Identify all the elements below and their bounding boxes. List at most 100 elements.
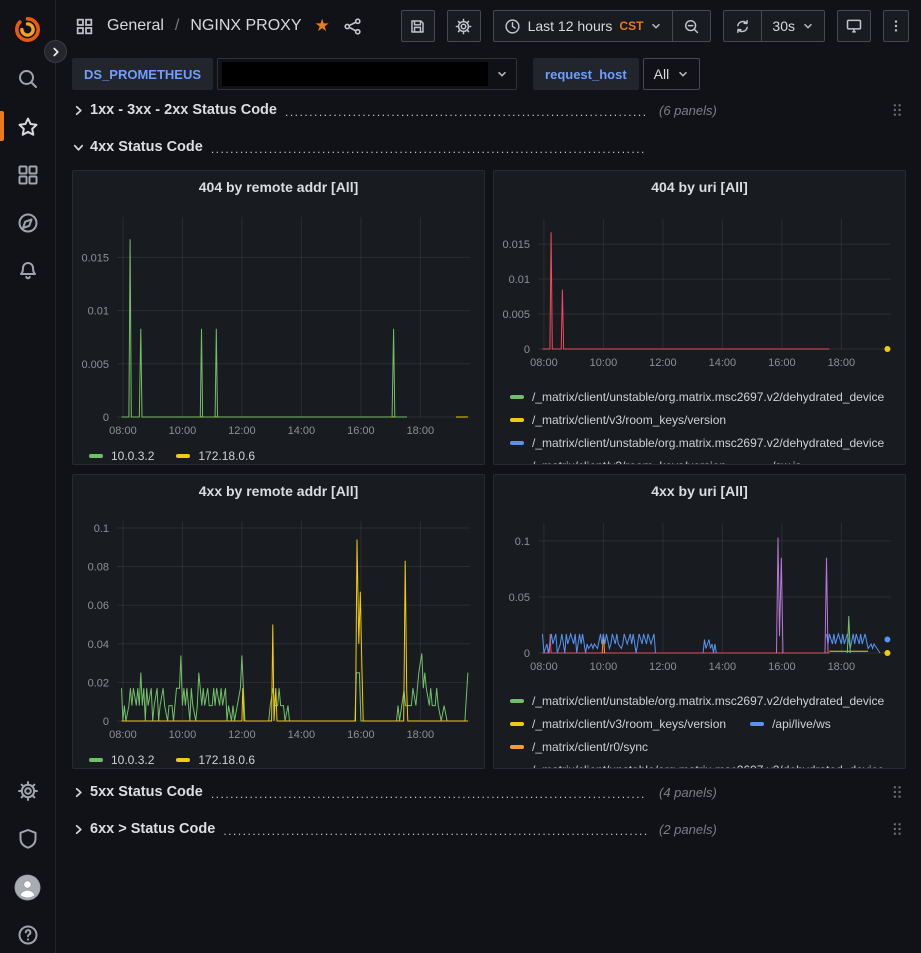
- legend-item[interactable]: /_matrix/client/r0/sync: [510, 740, 648, 754]
- legend-item[interactable]: /api/live/ws: [750, 717, 831, 731]
- legend-item[interactable]: /sw.js: [750, 459, 801, 466]
- legend-item[interactable]: /_matrix/client/v3/room_keys/version: [510, 459, 726, 466]
- dashboard-settings-button[interactable]: [447, 10, 481, 42]
- user-avatar[interactable]: [11, 872, 45, 902]
- legend-item[interactable]: /_matrix/client/unstable/org.matrix.msc2…: [510, 694, 884, 708]
- legend-item[interactable]: /_matrix/client/unstable/org.matrix.msc2…: [510, 436, 884, 450]
- sidebar-active-indicator: [0, 111, 4, 141]
- configuration-gear-icon[interactable]: [11, 776, 45, 806]
- svg-text:10:00: 10:00: [590, 661, 618, 673]
- legend-item[interactable]: /_matrix/client/v3/room_keys/version: [510, 413, 726, 427]
- chart-plot[interactable]: 08:0010:0012:0014:0016:0018:0000.0050.01…: [494, 201, 906, 371]
- legend-swatch: [510, 768, 524, 770]
- variable-ds-prometheus: DS_PROMETHEUS: [72, 58, 517, 90]
- legend-item[interactable]: /_matrix/client/unstable/org.matrix.msc2…: [510, 390, 884, 404]
- chevron-down-icon: [802, 20, 814, 32]
- legend-label: /_matrix/client/v3/room_keys/version: [532, 459, 726, 466]
- row-leader-dots: ........................................…: [203, 783, 647, 801]
- alerting-bell-icon[interactable]: [11, 256, 45, 286]
- refresh-dashboard-button[interactable]: [724, 11, 761, 41]
- legend-item[interactable]: /_matrix/client/v3/room_keys/version: [510, 717, 726, 731]
- svg-text:0.06: 0.06: [88, 600, 109, 612]
- breadcrumb-folder[interactable]: General: [107, 17, 164, 35]
- row-header-5xx[interactable]: 5xx Status Code ........................…: [72, 778, 907, 806]
- legend-item[interactable]: 10.0.3.2: [89, 753, 154, 767]
- cycle-view-mode-button[interactable]: [837, 10, 871, 42]
- chevron-down-icon: [72, 141, 90, 154]
- svg-text:08:00: 08:00: [530, 357, 558, 369]
- svg-text:16:00: 16:00: [768, 661, 796, 673]
- row-title: 6xx > Status Code: [90, 821, 215, 837]
- apps-grid-icon[interactable]: [70, 12, 98, 40]
- breadcrumb-separator: /: [173, 17, 181, 35]
- svg-text:0.1: 0.1: [94, 523, 109, 535]
- zoom-out-icon: [683, 18, 700, 35]
- legend-item[interactable]: 10.0.3.2: [89, 449, 154, 463]
- svg-text:0: 0: [103, 412, 109, 424]
- legend-swatch: [510, 699, 524, 703]
- chart-plot[interactable]: 08:0010:0012:0014:0016:0018:0000.0050.01…: [73, 201, 485, 439]
- svg-text:18:00: 18:00: [828, 357, 856, 369]
- svg-text:16:00: 16:00: [768, 357, 796, 369]
- row-leader-dots: ........................................…: [215, 820, 647, 838]
- panel-title[interactable]: 4xx by uri [All]: [494, 475, 905, 505]
- panel-title[interactable]: 4xx by remote addr [All]: [73, 475, 484, 505]
- legend-item[interactable]: 172.18.0.6: [176, 753, 255, 767]
- chevron-down-icon: [496, 68, 508, 80]
- svg-text:0.015: 0.015: [81, 252, 109, 264]
- kebab-menu-button[interactable]: [883, 10, 909, 42]
- svg-text:0: 0: [524, 344, 530, 356]
- clock-icon: [504, 18, 521, 35]
- panel-chart-area: 08:0010:0012:0014:0016:0018:0000.020.040…: [73, 505, 485, 748]
- help-icon[interactable]: [11, 920, 45, 950]
- svg-text:14:00: 14:00: [709, 661, 737, 673]
- row-header-1xx-3xx-2xx[interactable]: 1xx - 3xx - 2xx Status Code ............…: [72, 96, 907, 124]
- time-range-picker[interactable]: Last 12 hours CST: [494, 11, 673, 41]
- breadcrumb-title[interactable]: NGINX PROXY: [190, 17, 301, 35]
- panel-title[interactable]: 404 by remote addr [All]: [73, 171, 484, 201]
- row-leader-dots: ........................................…: [277, 101, 647, 119]
- row-drag-handle-icon[interactable]: [891, 102, 907, 118]
- grafana-logo-icon[interactable]: [11, 14, 45, 44]
- refresh-interval-picker[interactable]: 30s: [761, 11, 824, 41]
- dashboard-content: 1xx - 3xx - 2xx Status Code ............…: [72, 96, 907, 953]
- chart-plot[interactable]: 08:0010:0012:0014:0016:0018:0000.050.1: [494, 505, 906, 675]
- legend-swatch: [510, 464, 524, 466]
- variable-value-request-host[interactable]: All: [643, 58, 701, 90]
- sidebar-expand-button[interactable]: [44, 40, 67, 63]
- legend-item[interactable]: 172.18.0.6: [176, 449, 255, 463]
- legend-label: /_matrix/client/v3/room_keys/version: [532, 413, 726, 427]
- svg-text:0.04: 0.04: [88, 639, 109, 651]
- legend-row: /_matrix/client/unstable/org.matrix.msc2…: [510, 689, 905, 712]
- legend-label: /_matrix/client/r0/sync: [532, 740, 648, 754]
- legend-label: /api/live/ws: [772, 717, 831, 731]
- starred-icon[interactable]: [11, 112, 45, 142]
- dashboards-icon[interactable]: [11, 160, 45, 190]
- legend-label: 172.18.0.6: [198, 753, 255, 767]
- row-panel-count: (6 panels): [659, 103, 717, 118]
- favorite-star-icon[interactable]: ★: [315, 16, 330, 36]
- panel-legend: 10.0.3.2 172.18.0.6: [73, 753, 484, 767]
- svg-text:0.005: 0.005: [502, 309, 530, 321]
- chevron-right-icon: [72, 786, 90, 799]
- save-dashboard-button[interactable]: [401, 10, 435, 42]
- chevron-down-icon: [650, 20, 662, 32]
- legend-item[interactable]: /_matrix/client/unstable/org.matrix.msc2…: [510, 763, 884, 770]
- share-icon[interactable]: [339, 12, 367, 40]
- legend-row: /_matrix/client/unstable/org.matrix.msc2…: [510, 385, 905, 408]
- panel-title[interactable]: 404 by uri [All]: [494, 171, 905, 201]
- zoom-out-time-button[interactable]: [672, 11, 710, 41]
- chart-plot[interactable]: 08:0010:0012:0014:0016:0018:0000.020.040…: [73, 505, 485, 743]
- row-header-6xx[interactable]: 6xx > Status Code ......................…: [72, 815, 907, 843]
- explore-compass-icon[interactable]: [11, 208, 45, 238]
- variable-label-request-host[interactable]: request_host: [533, 58, 639, 90]
- search-icon[interactable]: [11, 64, 45, 94]
- row-drag-handle-icon[interactable]: [891, 784, 907, 800]
- row-drag-handle-icon[interactable]: [891, 821, 907, 837]
- panel-4xx-by-remote-addr: 4xx by remote addr [All] 08:0010:0012:00…: [72, 474, 485, 769]
- row-header-4xx[interactable]: 4xx Status Code ........................…: [72, 133, 907, 161]
- server-admin-shield-icon[interactable]: [11, 824, 45, 854]
- variable-label-ds-prometheus[interactable]: DS_PROMETHEUS: [72, 58, 213, 90]
- legend-swatch: [750, 464, 764, 466]
- variable-value-ds-prometheus[interactable]: [217, 58, 517, 90]
